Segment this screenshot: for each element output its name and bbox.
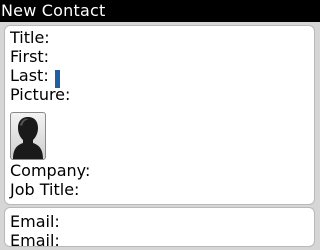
last-name-label: Last: bbox=[10, 66, 49, 85]
screen-title: New Contact bbox=[0, 0, 320, 22]
title-field[interactable]: Title: bbox=[10, 28, 50, 47]
contact-methods-panel: Email: Email: bbox=[4, 207, 315, 250]
person-silhouette-icon bbox=[13, 117, 43, 159]
last-name-field[interactable]: Last: bbox=[10, 66, 49, 85]
title-label: Title: bbox=[10, 28, 50, 47]
picture-label: Picture: bbox=[10, 85, 71, 104]
contact-picture[interactable] bbox=[10, 112, 46, 160]
company-label: Company: bbox=[10, 161, 91, 180]
email-label: Email: bbox=[10, 212, 60, 231]
email-field-2[interactable]: Email: bbox=[10, 231, 60, 250]
email-label-2: Email: bbox=[10, 231, 60, 250]
job-title-field[interactable]: Job Title: bbox=[10, 180, 79, 199]
first-name-label: First: bbox=[10, 47, 50, 66]
company-field[interactable]: Company: bbox=[10, 161, 90, 180]
job-title-label: Job Title: bbox=[10, 180, 80, 199]
contact-details-panel: Title: First: Last: Picture: Company: Jo… bbox=[4, 25, 315, 205]
first-name-field[interactable]: First: bbox=[10, 47, 49, 66]
email-field[interactable]: Email: bbox=[10, 212, 60, 231]
